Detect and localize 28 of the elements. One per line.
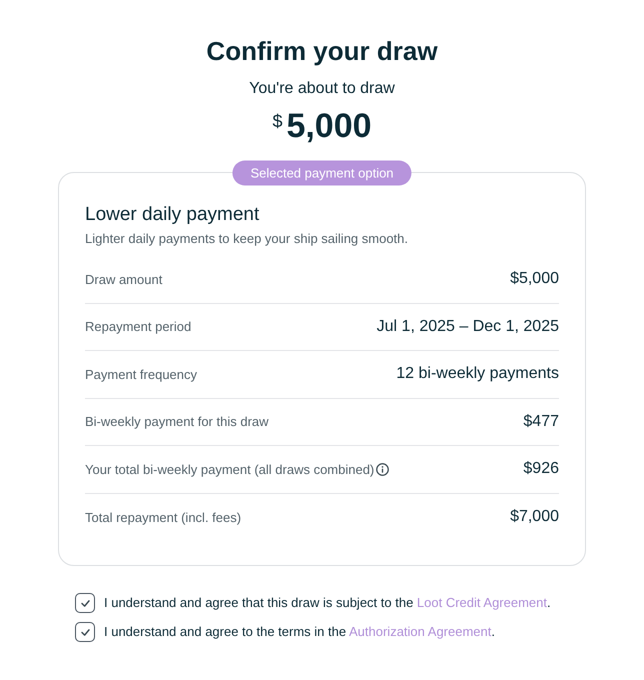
row-label: Bi-weekly payment for this draw xyxy=(85,413,269,431)
row-label: Repayment period xyxy=(85,318,192,336)
draw-amount: 5,000 xyxy=(286,107,372,145)
option-title: Lower daily payment xyxy=(85,203,260,227)
row-value: $926 xyxy=(523,459,559,480)
row-value: Jul 1, 2025 – Dec 1, 2025 xyxy=(376,316,559,337)
check-icon xyxy=(80,628,90,636)
row-label: Your total bi-weekly payment (all draws combined) xyxy=(85,460,374,479)
info-icon[interactable] xyxy=(376,462,390,476)
currency-symbol: $ xyxy=(272,111,282,131)
agreement-link[interactable]: Authorization Agreement xyxy=(349,624,492,639)
option-description: Lighter daily payments to keep your ship sailing smooth. xyxy=(85,230,410,248)
checkbox[interactable] xyxy=(75,593,95,613)
check-icon xyxy=(80,600,90,606)
page-title: Confirm your draw xyxy=(206,35,438,67)
selected-badge: Selected payment option xyxy=(232,160,412,186)
agreement-text: I understand and agree to the terms in the Authorization Agreement. xyxy=(104,623,495,641)
row-value: $7,000 xyxy=(510,507,559,528)
row-value: $477 xyxy=(523,412,559,432)
row-value: 12 bi-weekly payments xyxy=(396,364,559,384)
row-value: $5,000 xyxy=(510,269,559,290)
agreement-link[interactable]: Loot Credit Agreement xyxy=(416,595,547,610)
row-label: Payment frequency xyxy=(85,366,198,384)
page-subtitle: You're about to draw xyxy=(249,79,395,99)
agreement-text: I understand and agree that this draw is subject to the Loot Credit Agreement. xyxy=(104,594,551,612)
checkbox[interactable] xyxy=(75,622,95,642)
row-label: Draw amount xyxy=(85,270,162,288)
row-label: Total repayment (incl. fees) xyxy=(85,508,242,527)
